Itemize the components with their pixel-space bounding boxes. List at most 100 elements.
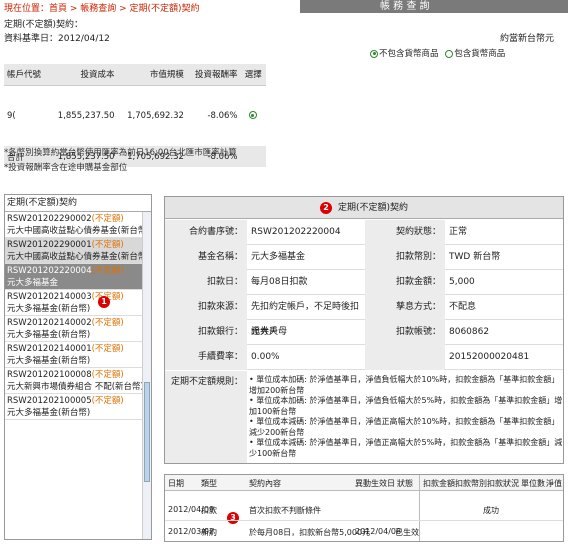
return-value: -8.06% [207,110,238,121]
rule-line: • 單位成本減碼: 於淨值基準日，淨值正高幅大於5%時，扣款金額為「基準扣款金額… [249,438,563,458]
fund-name: 元大多福基金(新台幣) [7,356,91,366]
col-date: 日期 [168,479,184,488]
detail-label: 孳息方式： [365,295,445,320]
detail-label: 扣款來源： [165,295,247,320]
list-scrollbar[interactable] [142,212,151,539]
hist-type: 扣款 [201,506,217,515]
contract-id: RSW201202290002 [7,214,92,224]
detail-value: 每月08日扣款 [251,277,308,287]
col-units: 單位數 [521,479,545,488]
col-return: 投資報酬率 [186,64,241,86]
hist-content: 首次扣款不判斷條件 [249,506,321,515]
hist-content: 於每月08日，扣款新台幣5,000元 [249,528,371,537]
col-value: 市值規模 [117,64,187,86]
detail-label: 契約狀態： [365,220,445,245]
contract-id: RSW201202140003 [7,292,92,302]
detail-row: 手續費率： 0.00% [165,345,563,370]
detail-label: 扣款日： [165,270,247,295]
col-deduct-status: 扣款狀況 [487,479,519,488]
col-account: 帳戶代號 [4,64,49,86]
list-item[interactable]: RSW201202290001(不定額) 元大中國高收益點心債券基金(新台幣) [5,238,151,264]
contract-heading: 定期(不定額)契約： [4,20,84,30]
radio-include-label: 包含貨幣商品 [454,49,506,59]
detail-value: 不配息 [449,302,477,312]
radio-exclude-money[interactable] [370,49,378,58]
select-radio[interactable] [248,111,257,119]
contract-detail: 2 定期(不定額)契約 合約書序號： RSW201202220004 契約狀態： 正常基… [164,196,564,464]
contract-id: RSW201202140001 [7,344,92,354]
radio-exclude-label: 不包含貨幣商品 [379,49,439,59]
fund-name: 元大新興市場債券組合 不配(新台幣) [7,382,144,392]
detail-label: 合約書序號： [165,220,247,245]
list-title: 定期(不定額)契約 [5,195,151,212]
list-item[interactable]: RSW201202220004(不定額) 元大多福基金 [5,264,151,290]
fund-name: 元大多福基金(新台幣) [7,408,91,418]
col-status: 狀態 [397,479,413,488]
detail-label: 扣款帳號： [365,320,445,345]
detail-row: 扣款日： 每月08日扣款 扣款金額： 5,000 [165,270,563,295]
list-item[interactable]: RSW201202100005(不定額) 元大多福基金(新台幣) [5,394,151,420]
detail-value: 5,000 [449,277,475,287]
rule-line: • 單位成本加碼: 於淨值基準日，淨值負低幅大於10%時，扣款金額為「基準扣款金… [249,375,560,395]
list-item[interactable]: RSW201202290002(不定額) 元大中國高收益點心債券基金(新台幣) [5,212,151,238]
contract-id: RSW201202220004 [7,266,92,276]
col-nav: 淨值 [546,479,562,488]
detail-value: 元大天母 [251,327,288,337]
fx-note: *各幣別換算約當台幣使用匯率為前日16:00台北匯市匯率計算 [4,148,237,158]
rule-line: • 單位成本減碼: 於淨值基準日，淨值正高幅大於10%時，扣款金額為「基準扣款金… [249,417,560,437]
rule-line: • 單位成本加碼: 於淨值基準日，淨值負低幅大於5%時，扣款金額為「基準扣款金額… [249,396,563,416]
history-table: 日期 類型 契約內容 異動生效日 狀態 扣款金額 扣款幣別 扣款狀況 單位數 淨… [164,474,564,542]
detail-row: 基金名稱： 元大多福基金 扣款幣別： TWD 新台幣 [165,245,563,270]
marker-2: 2 [319,202,332,214]
fund-name: 元大多福基金 [7,278,59,288]
fund-name: 元大中國高收益點心債券基金(新台幣) [7,226,150,236]
col-currency: 扣款幣別 [455,479,487,488]
hist-status: 已生效 [395,528,419,537]
contract-tag: (不定額) [91,266,124,276]
list-item[interactable]: RSW201202140003(不定額)元大多福基金(新台幣) [5,290,151,316]
list-item[interactable]: RSW201202140001(不定額) 元大多福基金(新台幣) [5,342,151,368]
list-item[interactable]: RSW201202140002(不定額) 元大多福基金(新台幣) [5,316,151,342]
detail-value: 正常 [449,227,468,237]
fund-name: 元大多福基金(新台幣) [7,304,91,314]
contract-id: RSW201202100005 [7,396,92,406]
col-type: 類型 [201,479,217,488]
cost-value: 1,855,237.50 [57,110,115,121]
radio-include-money[interactable] [445,49,454,58]
hist-result: 成功 [483,506,499,515]
contract-tag: (不定額) [91,240,124,250]
detail-label: 扣款金額： [365,270,445,295]
page-banner: 帳 務 查 詢 [300,0,568,13]
scroll-thumb[interactable] [144,382,150,482]
return-note: *投資報酬率含在途申購基金部位 [4,163,128,173]
detail-value: 0.00% [251,352,280,362]
hist-type: 新約 [201,528,217,537]
detail-title-bar: 2 定期(不定額)契約 [165,197,563,219]
rules-label: 定期不定額規則： [165,371,247,463]
contract-tag: (不定額) [91,318,124,328]
col-effective: 異動生效日 [355,479,395,488]
contract-tag: (不定額) [91,396,124,406]
rules-section: 定期不定額規則： • 單位成本加碼: 於淨值基準日，淨值負低幅大於10%時，扣款… [165,371,563,463]
market-value: 1,705,692.32 [127,110,184,121]
table-row: 9( 1,855,237.50 1,705,692.32 -8.06% [4,105,266,126]
contract-id: RSW201202100008 [7,370,92,380]
contract-id: RSW201202140002 [7,318,92,328]
breadcrumb: 現在位置：首頁 > 帳務查詢 > 定期(不定額)契約 [4,4,200,14]
detail-value: 先扣約定帳戶，不足時後扣證券戶 [251,302,360,337]
col-amount: 扣款金額 [423,479,455,488]
contract-id: RSW201202290001 [7,240,92,250]
contract-tag: (不定額) [91,344,124,354]
data-date: 資料基準日：2012/04/12 [4,34,110,44]
detail-label [365,345,445,370]
detail-value: RSW201202220004 [251,227,341,237]
fund-name: 元大中國高收益點心債券基金(新台幣) [7,252,150,262]
col-cost: 投資成本 [48,64,118,86]
list-item[interactable]: RSW201202100008(不定額) 元大新興市場債券組合 不配(新台幣) [5,368,151,394]
detail-row: 扣款銀行： 元大天母 扣款帳號： 8060862 20152000020481 [165,320,563,362]
detail-row: 合約書序號： RSW201202220004 契約狀態： 正常 [165,220,563,245]
fund-name: 元大多福基金(新台幣) [7,330,91,340]
col-select: 選擇 [240,64,266,86]
marker-3: 3 [227,512,239,524]
contract-tag: (不定額) [91,370,124,380]
